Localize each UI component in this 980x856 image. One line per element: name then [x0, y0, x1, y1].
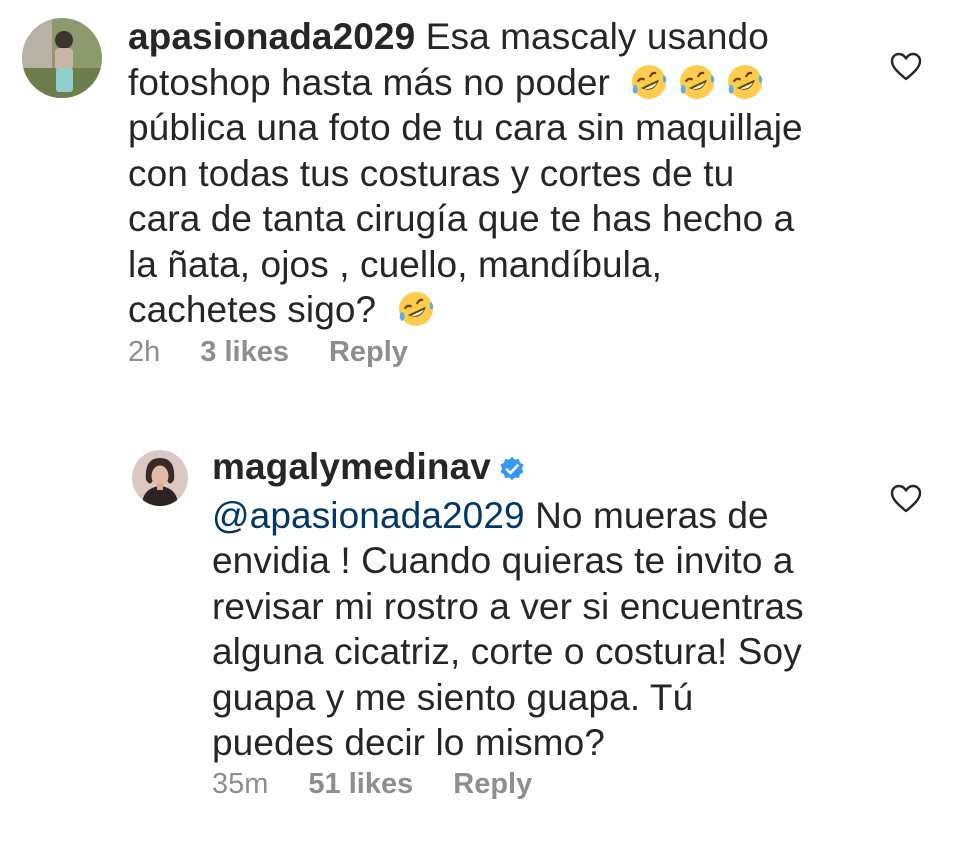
- heart-icon[interactable]: [890, 484, 922, 519]
- comment-body: magalymedinav @apasionada2029 No mueras …: [212, 444, 912, 766]
- comment-line: pública una foto de tu cara sin maquilla…: [128, 107, 803, 148]
- comment-text: magalymedinav @apasionada2029 No mueras …: [212, 444, 912, 766]
- avatar[interactable]: [132, 450, 188, 506]
- comment-body: apasionada2029 Esa mascaly usando fotosh…: [128, 14, 828, 333]
- rolling-laughing-emoji-icon: [630, 63, 668, 101]
- avatar[interactable]: [22, 18, 102, 98]
- comment-line: alguna cicatriz, corte o costura! Soy: [212, 631, 802, 672]
- verified-badge-icon: [499, 447, 525, 493]
- comment-line: puedes decir lo mismo?: [212, 722, 605, 763]
- comment-meta: 2h 3 likes Reply: [128, 336, 408, 369]
- comment-line: No mueras de: [535, 494, 769, 536]
- rolling-laughing-emoji-icon: [678, 63, 716, 101]
- comment-text: apasionada2029 Esa mascaly usando fotosh…: [128, 14, 828, 333]
- comment-line: cara de tanta cirugía que te has hecho a: [128, 198, 795, 239]
- mention-link[interactable]: @apasionada2029: [212, 495, 525, 536]
- heart-icon[interactable]: [890, 52, 922, 87]
- comment-likes[interactable]: 3 likes: [200, 336, 289, 369]
- rolling-laughing-emoji-icon: [397, 290, 435, 328]
- comment-line: revisar mi rostro a ver si encuentras: [212, 585, 804, 627]
- comment-line: fotoshop hasta más no poder: [128, 61, 610, 103]
- reply-button[interactable]: Reply: [453, 768, 532, 801]
- comment-meta: 35m 51 likes Reply: [212, 768, 532, 801]
- comment-line: envidia ! Cuando quieras te invito a: [212, 540, 794, 581]
- comment-timestamp[interactable]: 2h: [128, 336, 160, 369]
- rolling-laughing-emoji-icon: [726, 63, 764, 101]
- comment-line: Esa mascaly usando: [425, 16, 769, 57]
- comment-likes[interactable]: 51 likes: [308, 768, 413, 801]
- comment-timestamp[interactable]: 35m: [212, 768, 268, 801]
- comment-line: guapa y me siento guapa. Tú: [212, 676, 694, 718]
- comment-username[interactable]: apasionada2029: [128, 16, 415, 57]
- comment-item: magalymedinav @apasionada2029 No mueras …: [0, 400, 980, 856]
- comment-line: con todas tus costuras y cortes de tu: [128, 152, 735, 194]
- comment-item: apasionada2029 Esa mascaly usando fotosh…: [0, 0, 980, 400]
- comment-username[interactable]: magalymedinav: [212, 446, 491, 487]
- comment-line: cachetes sigo?: [128, 289, 377, 330]
- comment-line: la ñata, ojos , cuello, mandíbula,: [128, 243, 663, 285]
- reply-button[interactable]: Reply: [329, 336, 408, 369]
